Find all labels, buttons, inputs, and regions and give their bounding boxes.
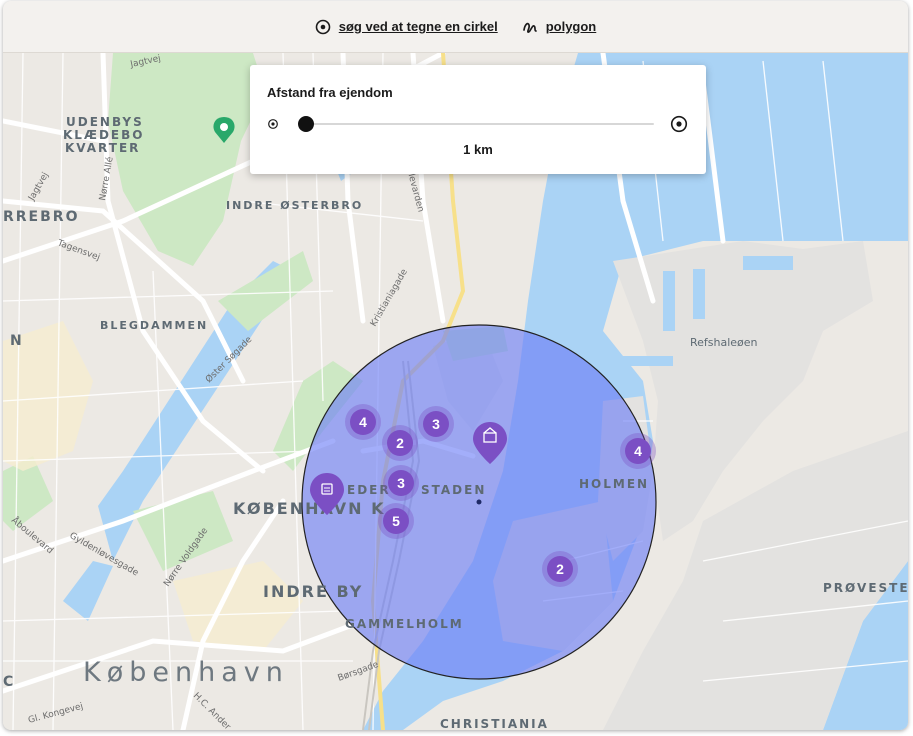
cluster-marker[interactable]: 2 <box>542 551 578 587</box>
distance-slider-thumb[interactable] <box>298 116 314 132</box>
small-radius-icon[interactable] <box>267 118 279 130</box>
search-mode-bar: søg ved at tegne en cirkel polygon <box>3 1 908 53</box>
circle-search-button[interactable]: søg ved at tegne en cirkel <box>315 19 498 35</box>
label-kobenhavn: København <box>83 657 289 688</box>
polygon-draw-icon <box>522 22 537 33</box>
label-klaedebo: KLÆDEBO <box>63 128 144 142</box>
label-christiania: CHRISTIANIA <box>440 717 549 730</box>
circle-target-icon <box>315 19 331 34</box>
cluster-count: 2 <box>396 435 404 451</box>
cluster-count: 4 <box>359 414 367 430</box>
label-refshaleoen: Refshaleøen <box>690 336 758 349</box>
label-rrebro: RREBRO <box>3 209 79 225</box>
cluster-count: 3 <box>397 475 405 491</box>
cluster-count: 3 <box>432 416 440 432</box>
large-radius-icon[interactable] <box>670 115 688 133</box>
map-widget: UDENBYS KLÆDEBO KVARTER RREBRO INDRE ØST… <box>3 1 908 730</box>
label-kobenhavn-k: KØBENHAVN K <box>233 499 386 518</box>
cluster-marker[interactable]: 5 <box>378 503 414 539</box>
cluster-marker[interactable]: 3 <box>418 406 454 442</box>
circle-center <box>476 499 482 505</box>
label-gammelholm: GAMMELHOLM <box>345 617 464 631</box>
distance-value: 1 km <box>463 142 493 157</box>
cluster-marker[interactable]: 2 <box>382 425 418 461</box>
distance-slider-track[interactable] <box>298 123 654 125</box>
polygon-search-button[interactable]: polygon <box>522 19 597 35</box>
label-blegdammen: BLEGDAMMEN <box>100 319 208 332</box>
polygon-search-label: polygon <box>545 19 597 34</box>
label-proveste: PRØVESTE <box>823 581 908 595</box>
cluster-marker[interactable]: 4 <box>620 433 656 469</box>
distance-panel: Afstand fra ejendom 1 km <box>250 65 706 174</box>
cluster-count: 4 <box>634 443 642 459</box>
label-n: N <box>10 333 24 349</box>
cluster-marker[interactable]: 3 <box>383 465 419 501</box>
cluster-marker[interactable]: 4 <box>345 404 381 440</box>
label-c: C <box>3 674 15 690</box>
label-indre-osterbro: INDRE ØSTERBRO <box>226 199 363 212</box>
label-udenbys: UDENBYS <box>66 115 144 129</box>
label-holmen: HOLMEN <box>579 477 649 491</box>
cluster-count: 5 <box>392 513 400 529</box>
label-kvarter: KVARTER <box>65 141 140 155</box>
cluster-count: 2 <box>556 561 564 577</box>
circle-search-label: søg ved at tegne en cirkel <box>338 19 498 34</box>
label-frederiksstaden-b: STADEN <box>421 483 486 497</box>
distance-panel-title: Afstand fra ejendom <box>267 85 393 100</box>
label-indre-by: INDRE BY <box>263 582 363 601</box>
